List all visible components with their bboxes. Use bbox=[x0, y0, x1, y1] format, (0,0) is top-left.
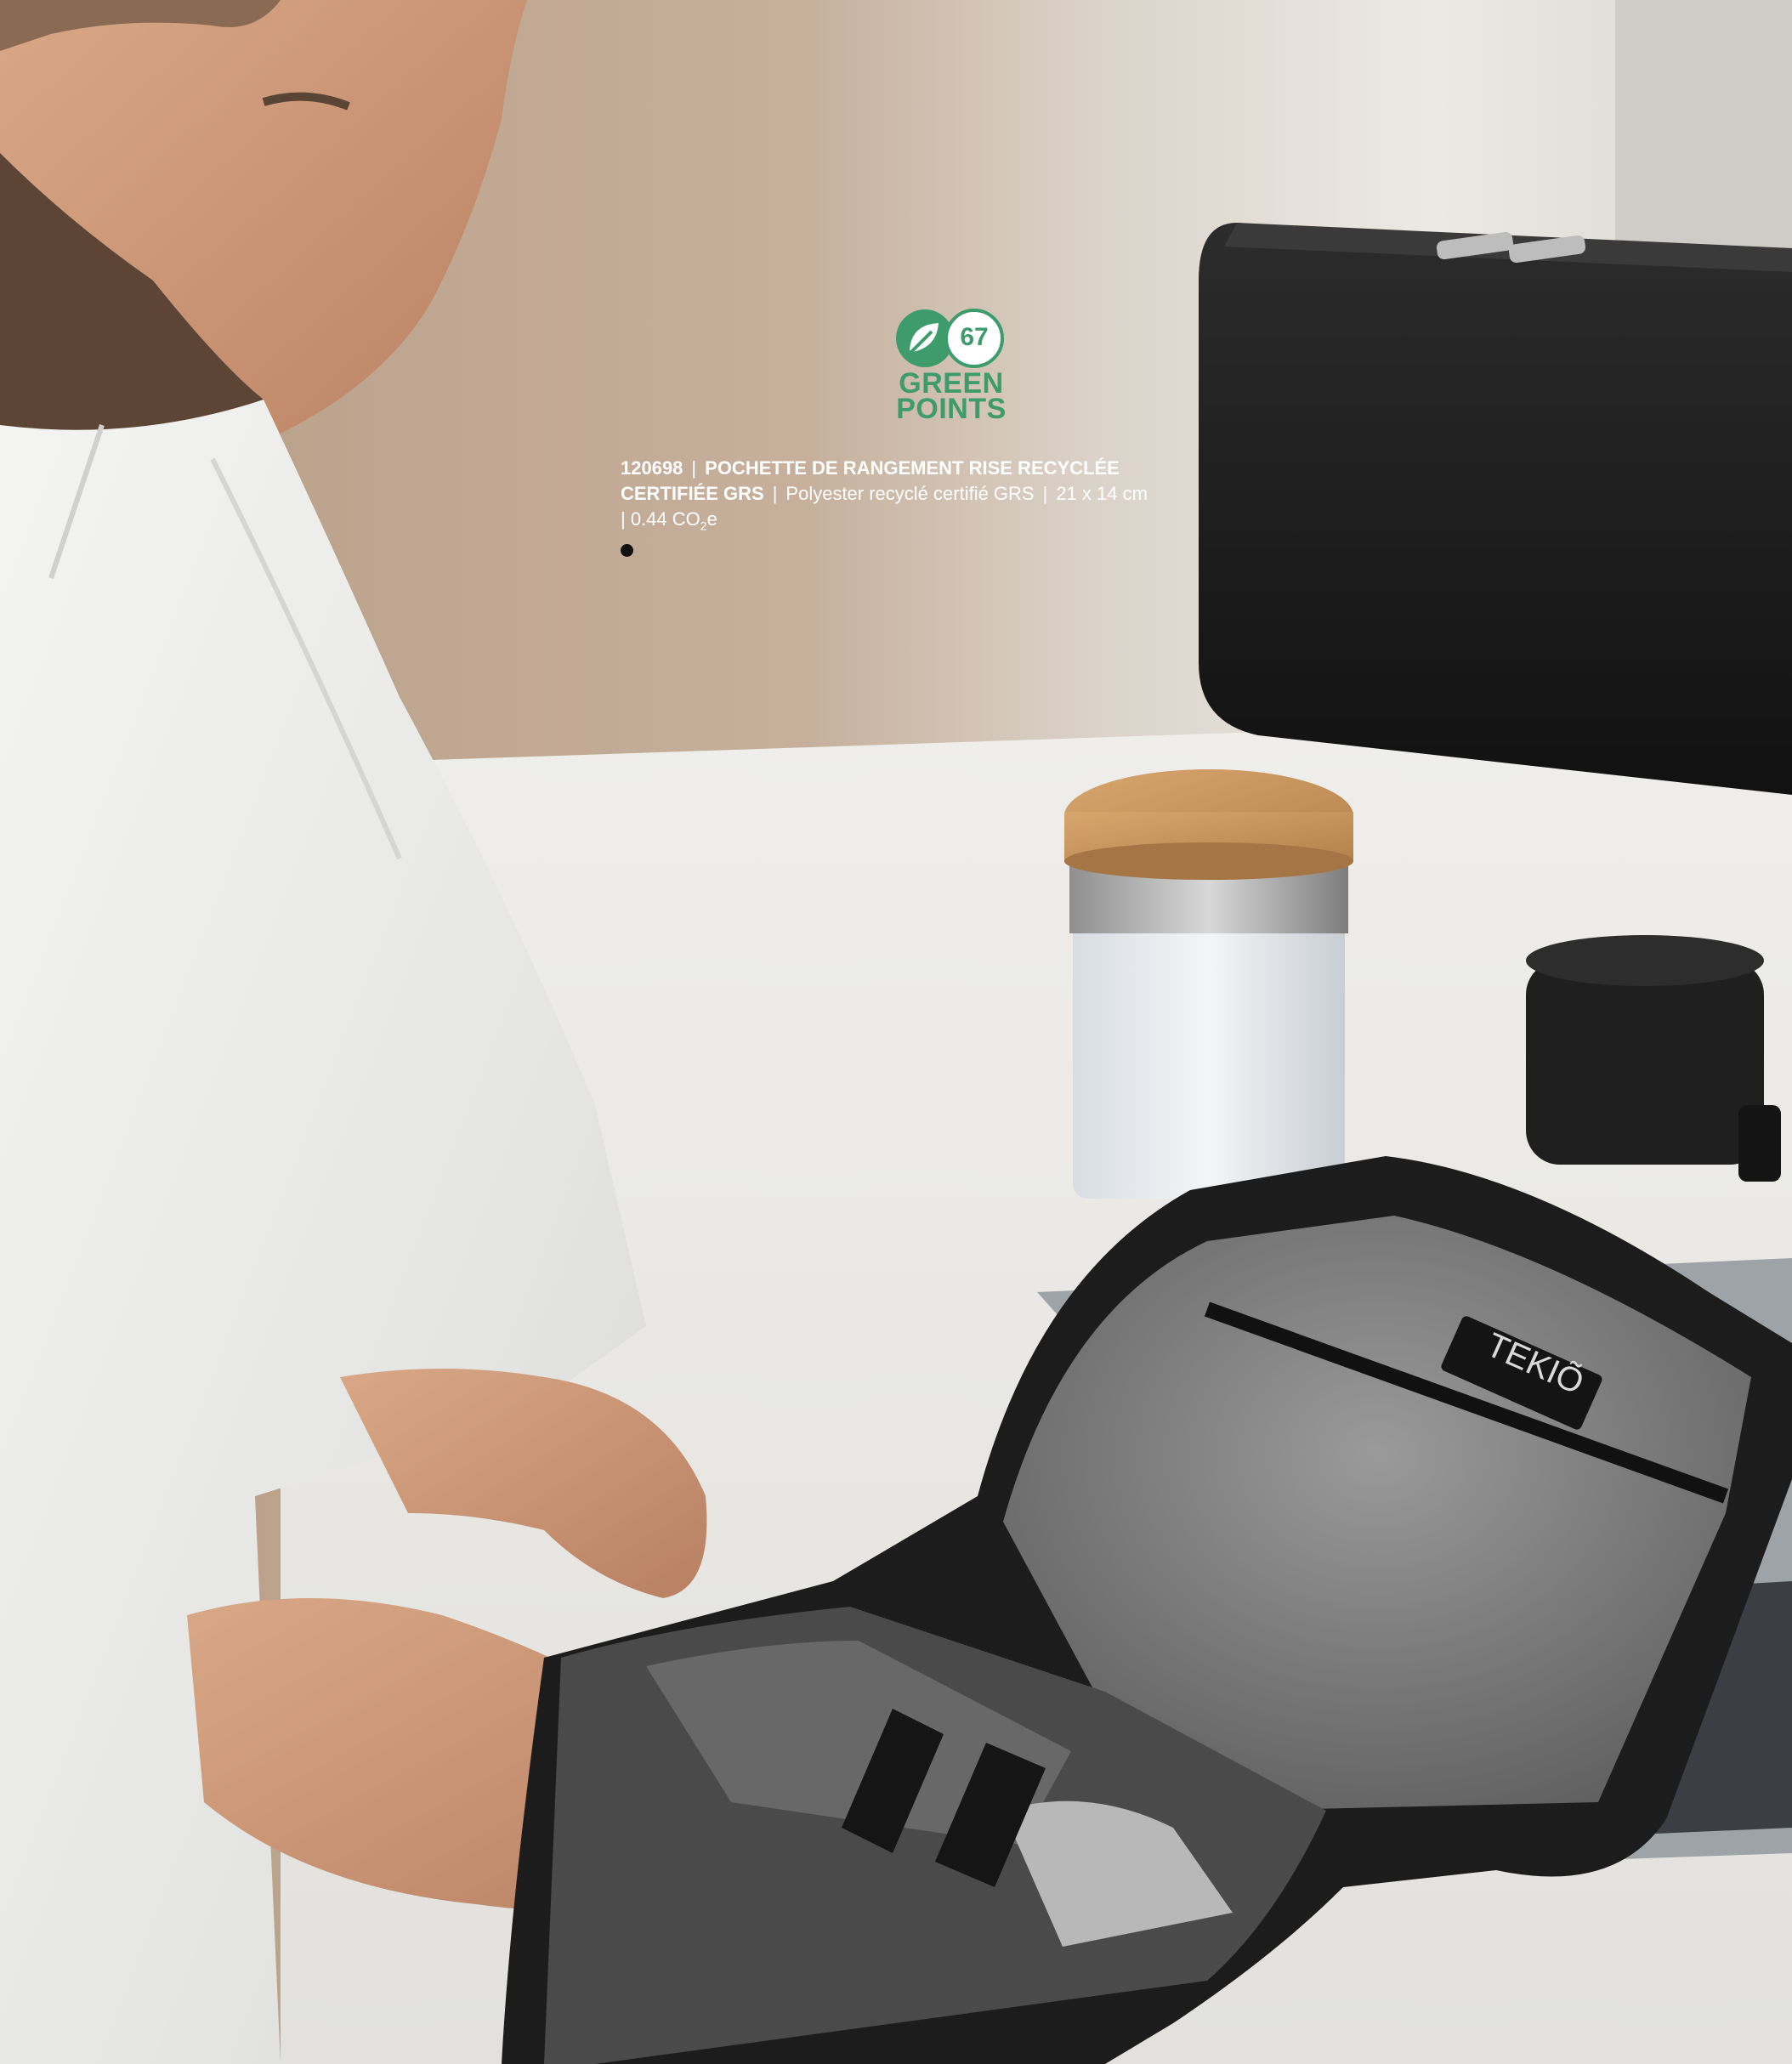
color-swatch bbox=[621, 538, 1199, 564]
caption-line-3: | 0.44 CO2e bbox=[621, 507, 1199, 538]
product-caption: 120698 | POCHETTE DE RANGEMENT RISE RECYCL… bbox=[621, 456, 1199, 564]
mug bbox=[1064, 769, 1353, 1199]
closed-pouch bbox=[1199, 223, 1792, 795]
separator: | bbox=[691, 457, 697, 479]
color-dot-black bbox=[621, 544, 633, 558]
speaker bbox=[1526, 935, 1781, 1182]
product-material: Polyester recyclé certifié GRS bbox=[785, 483, 1035, 504]
green-points-badge: 67 GREEN POINTS bbox=[894, 306, 1008, 425]
co2-subscript: 2 bbox=[700, 519, 707, 533]
co2-prefix: | 0.44 CO bbox=[621, 508, 700, 530]
separator: | bbox=[1042, 483, 1048, 504]
product-dimensions: 21 x 14 cm bbox=[1056, 483, 1148, 504]
product-name-line1: POCHETTE DE RANGEMENT RISE RECYCLÉE bbox=[705, 457, 1120, 479]
caption-line-1: 120698 | POCHETTE DE RANGEMENT RISE RECYCL… bbox=[621, 456, 1199, 481]
co2-suffix: e bbox=[706, 508, 717, 530]
product-code: 120698 bbox=[621, 457, 683, 479]
separator: | bbox=[772, 483, 778, 504]
product-name-line2: CERTIFIÉE GRS bbox=[621, 483, 764, 504]
green-points-number: 67 bbox=[960, 323, 989, 351]
green-points-line2: POINTS bbox=[896, 393, 1007, 425]
caption-line-2: CERTIFIÉE GRS | Polyester recyclé certifié… bbox=[621, 481, 1199, 507]
